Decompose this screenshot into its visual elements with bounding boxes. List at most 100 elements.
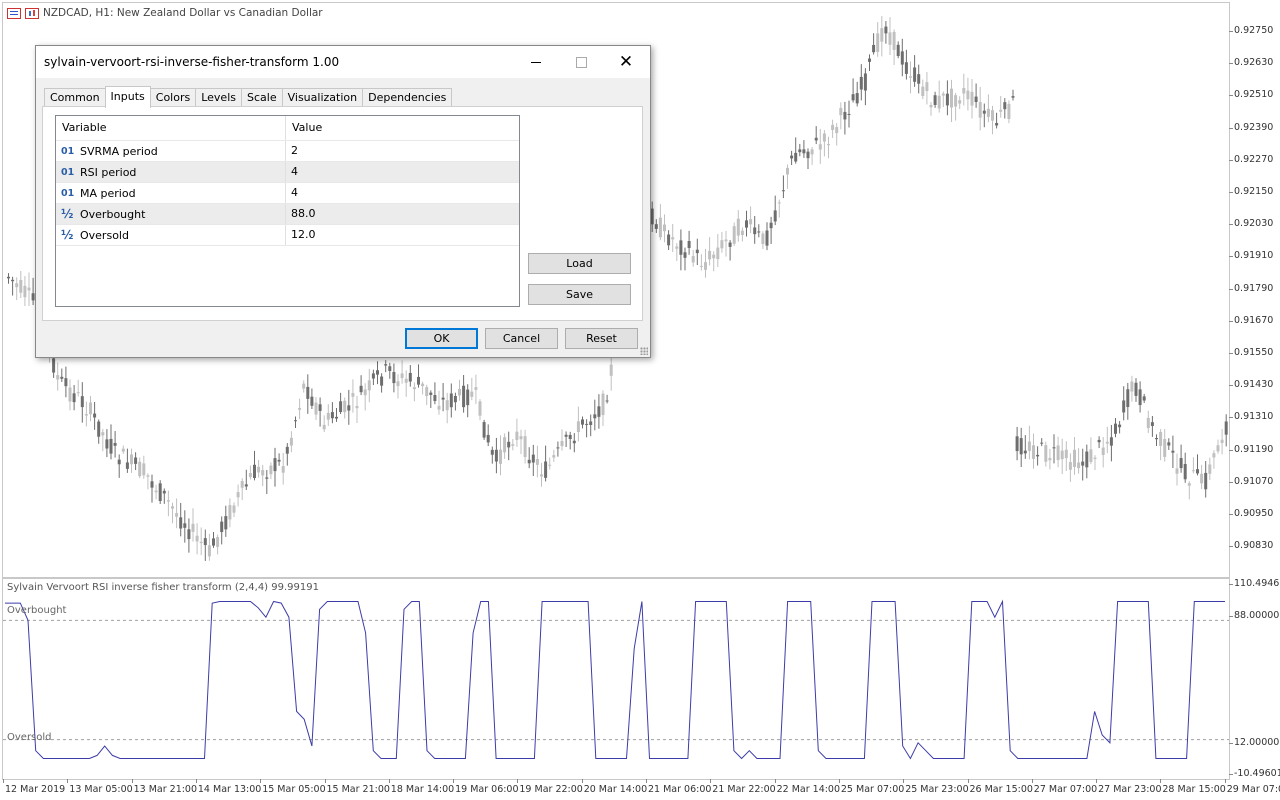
candle (396, 374, 400, 399)
reset-button[interactable]: Reset (565, 328, 638, 349)
candle (1114, 418, 1117, 438)
candle (921, 79, 925, 100)
column-header-value[interactable]: Value (286, 116, 519, 140)
candle (236, 484, 240, 507)
time-axis-tick (967, 779, 969, 783)
candle (736, 210, 740, 242)
candle (1159, 429, 1163, 461)
candle (1167, 438, 1171, 450)
value-cell[interactable]: 4 (286, 162, 519, 182)
candle (494, 437, 498, 474)
ok-button[interactable]: OK (405, 328, 478, 349)
candle (945, 80, 949, 116)
candle (89, 395, 92, 422)
table-row[interactable]: 01 RSI period 4 (56, 161, 519, 182)
chart-menu-icon[interactable] (7, 7, 21, 19)
tab-scale[interactable]: Scale (241, 88, 283, 107)
time-axis-tick (3, 779, 4, 783)
variable-name: Oversold (80, 228, 129, 242)
value-cell[interactable]: 2 (286, 141, 519, 161)
candle (1122, 386, 1126, 421)
close-button[interactable]: ✕ (603, 46, 649, 78)
candle (765, 222, 769, 251)
candle (597, 394, 601, 429)
candle (822, 130, 826, 157)
price-axis-label: 0.90830 (1234, 540, 1274, 552)
candle (1056, 436, 1060, 468)
tab-levels[interactable]: Levels (195, 88, 242, 107)
price-axis-tick (1229, 449, 1233, 451)
tab-inputs[interactable]: Inputs (104, 86, 151, 108)
candle (318, 397, 322, 427)
dialog-titlebar[interactable]: sylvain-vervoort-rsi-inverse-fisher-tran… (36, 46, 650, 78)
cancel-button[interactable]: Cancel (485, 328, 558, 349)
candle (827, 136, 830, 159)
candle (581, 416, 584, 429)
candle (794, 137, 798, 164)
indicator-title: Sylvain Vervoort RSI inverse fisher tran… (7, 582, 319, 593)
maximize-button[interactable] (558, 46, 604, 78)
value-cell[interactable]: 88.0 (286, 204, 519, 224)
one-click-trading-icon[interactable] (25, 7, 39, 19)
candle (68, 379, 72, 411)
tab-colors[interactable]: Colors (149, 88, 197, 107)
candle (667, 230, 671, 250)
candle (1060, 438, 1064, 475)
time-axis-label: 13 Mar 21:00 (133, 784, 198, 795)
candle (585, 419, 589, 438)
table-row[interactable]: 01 SVRMA period 2 (56, 140, 519, 161)
value-cell[interactable]: 4 (286, 183, 519, 203)
tab-visualization[interactable]: Visualization (281, 88, 364, 107)
candle (1130, 375, 1134, 402)
candle (900, 38, 904, 77)
candle (179, 502, 183, 537)
candle (425, 384, 429, 406)
candle (400, 360, 404, 384)
candle (540, 462, 543, 487)
candle (761, 231, 765, 250)
candle (302, 380, 306, 393)
candle (499, 435, 502, 476)
candle (1204, 461, 1208, 498)
candle (339, 392, 343, 415)
candle (1155, 434, 1158, 447)
tab-common[interactable]: Common (44, 88, 106, 107)
indicator-scale-label: 110.49461 (1234, 578, 1280, 589)
table-row[interactable]: ½ Overbought 88.0 (56, 203, 519, 224)
candle (294, 416, 297, 428)
time-axis-tick (67, 779, 69, 783)
time-axis-tick (388, 779, 390, 783)
candle (884, 21, 888, 44)
time-axis-tick (838, 779, 840, 783)
candle (330, 402, 334, 424)
load-button[interactable]: Load (528, 253, 631, 274)
candle (93, 401, 97, 430)
candle (859, 64, 863, 101)
candle (253, 450, 256, 481)
indicator-window[interactable]: Sylvain Vervoort RSI inverse fisher tran… (2, 578, 1230, 780)
candle (798, 143, 802, 157)
tab-dependencies[interactable]: Dependencies (362, 88, 453, 107)
candle (261, 464, 265, 487)
table-row[interactable]: ½ Oversold 12.0 (56, 224, 519, 246)
candle (64, 366, 68, 398)
minimize-button[interactable] (513, 46, 559, 78)
candle (265, 470, 269, 494)
candle (248, 465, 252, 480)
value-cell[interactable]: 12.0 (286, 225, 519, 245)
resize-grip-icon[interactable] (640, 347, 648, 355)
table-row[interactable]: 01 MA period 4 (56, 182, 519, 203)
candle (671, 224, 675, 253)
candle (449, 383, 453, 418)
column-header-variable[interactable]: Variable (56, 116, 286, 140)
candle (781, 175, 785, 199)
candle (1224, 414, 1228, 447)
candle (478, 399, 482, 421)
candle (207, 533, 211, 561)
save-button[interactable]: Save (528, 284, 631, 305)
candle (101, 428, 105, 452)
candle (535, 445, 539, 478)
time-axis-label: 25 Mar 23:00 (905, 784, 969, 795)
close-icon: ✕ (618, 51, 634, 72)
candle (408, 365, 412, 387)
